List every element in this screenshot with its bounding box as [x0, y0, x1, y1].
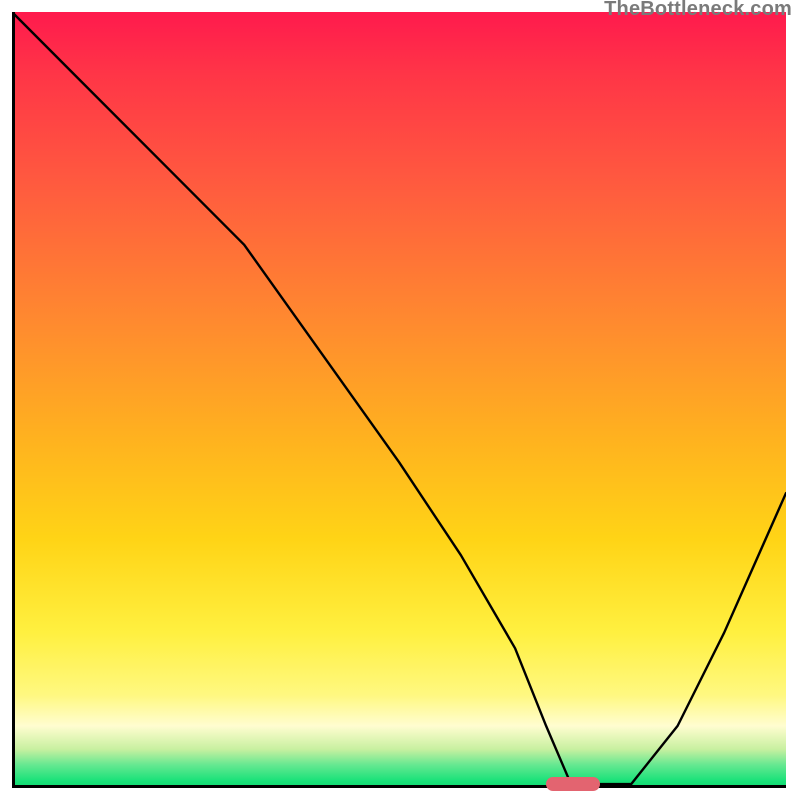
plot-area: [12, 12, 786, 788]
optimal-marker: [546, 777, 600, 791]
bottleneck-curve: [12, 12, 786, 784]
curve-layer: [12, 12, 786, 788]
chart-stage: TheBottleneck.com: [0, 0, 800, 800]
watermark-text: TheBottleneck.com: [604, 0, 792, 21]
